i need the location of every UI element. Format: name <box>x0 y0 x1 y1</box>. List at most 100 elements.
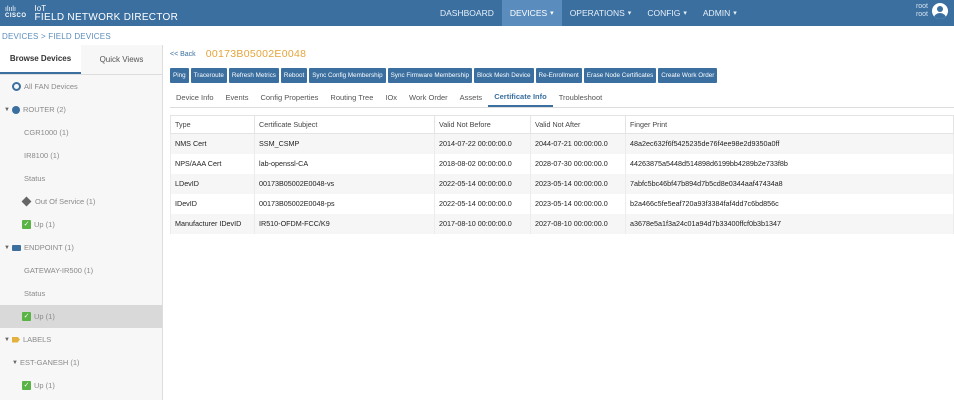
user-names: root root <box>916 3 928 19</box>
cell-type: NPS/AAA Cert <box>170 153 255 174</box>
cisco-logo[interactable]: ılıılı cisco IoT FIELD NETWORK DIRECTOR <box>0 4 250 23</box>
chevron-down-icon: ▾ <box>733 10 737 17</box>
tab-events[interactable]: Events <box>220 88 255 107</box>
avatar-icon[interactable] <box>932 3 948 19</box>
erase-node-certificates-button[interactable]: Erase Node Certificates <box>583 68 657 83</box>
create-work-order-button[interactable]: Create Work Order <box>658 68 718 83</box>
sync-config-membership-button[interactable]: Sync Config Membership <box>309 68 386 83</box>
cell-valid-not-after: 2023-05-14 00:00:00.0 <box>530 173 626 194</box>
nav-config[interactable]: CONFIG ▾ <box>639 0 695 26</box>
tree-label: ENDPOINT (1) <box>23 243 74 252</box>
cell-finger-print: a3678e5a1f3a24c01a94d7b33400ffcf0b3b1347 <box>625 213 954 234</box>
cell-valid-not-before: 2022-05-14 00:00:00.0 <box>434 173 531 194</box>
refresh-metrics-button[interactable]: Refresh Metrics <box>228 68 279 83</box>
detail-tabs: Device Info Events Config Properties Rou… <box>170 88 954 108</box>
tree-item-out-of-service[interactable]: Out Of Service (1) <box>0 190 162 213</box>
tab-config-properties[interactable]: Config Properties <box>254 88 324 107</box>
triangle-down-icon[interactable]: ▼ <box>4 245 10 251</box>
cell-valid-not-after: 2044-07-21 00:00:00.0 <box>530 133 626 154</box>
tree-item-up-router[interactable]: ✓ Up (1) <box>0 213 162 236</box>
column-header-valid-not-before[interactable]: Valid Not Before <box>434 115 531 134</box>
tree-item-all-fan-devices[interactable]: All FAN Devices <box>0 75 162 98</box>
tree-item-router[interactable]: ▼ ROUTER (2) <box>0 98 162 121</box>
nav-dashboard[interactable]: DASHBOARD <box>432 0 502 26</box>
nav-operations[interactable]: OPERATIONS ▾ <box>562 0 640 26</box>
tag-icon <box>11 336 20 343</box>
sync-firmware-membership-button[interactable]: Sync Firmware Membership <box>387 68 472 83</box>
top-bar: ılıılı cisco IoT FIELD NETWORK DIRECTOR … <box>0 0 954 26</box>
tab-iox[interactable]: IOx <box>379 88 403 107</box>
re-enrollment-button[interactable]: Re-Enrollment <box>535 68 582 83</box>
table-row[interactable]: Manufacturer IDevID IR510-OFDM-FCC/K9 20… <box>170 213 954 234</box>
nav-label: OPERATIONS <box>569 8 625 18</box>
nav-admin[interactable]: ADMIN ▾ <box>695 0 745 26</box>
back-row: << Back 00173B05002E0048 <box>170 45 954 63</box>
tab-troubleshoot[interactable]: Troubleshoot <box>553 88 609 107</box>
block-mesh-device-button[interactable]: Block Mesh Device <box>473 68 534 83</box>
back-link[interactable]: << Back <box>170 51 196 58</box>
tree-item-ir8100[interactable]: IR8100 (1) <box>0 144 162 167</box>
cell-subject: IR510-OFDM-FCC/K9 <box>254 213 435 234</box>
triangle-down-icon[interactable]: ▼ <box>4 337 10 343</box>
user-menu[interactable]: root root <box>916 3 948 19</box>
tree-item-est-ganesh[interactable]: ▼ EST-GANESH (1) <box>0 351 162 374</box>
device-tree: All FAN Devices ▼ ROUTER (2) CGR1000 (1)… <box>0 75 162 397</box>
router-globe-icon <box>11 105 20 114</box>
column-header-finger-print[interactable]: Finger Print <box>625 115 954 134</box>
reboot-button[interactable]: Reboot <box>280 68 308 83</box>
triangle-down-icon[interactable]: ▼ <box>4 107 10 113</box>
table-row[interactable]: NMS Cert SSM_CSMP 2014-07-22 00:00:00.0 … <box>170 133 954 154</box>
cell-valid-not-after: 2023-05-14 00:00:00.0 <box>530 193 626 214</box>
sidebar: Browse Devices Quick Views All FAN Devic… <box>0 45 163 400</box>
nav-label: DEVICES <box>509 8 548 18</box>
tree-item-endpoint[interactable]: ▼ ENDPOINT (1) <box>0 236 162 259</box>
certificate-table: Type Certificate Subject Valid Not Befor… <box>170 115 954 234</box>
tree-item-labels[interactable]: ▼ LABELS <box>0 328 162 351</box>
cell-finger-print: 44263875a5448d514898d6199bb4289b2e733f8b <box>625 153 954 174</box>
tab-assets[interactable]: Assets <box>454 88 489 107</box>
cell-subject: 00173B05002E0048-vs <box>254 173 435 194</box>
table-row[interactable]: NPS/AAA Cert lab-openssl-CA 2018-08-02 0… <box>170 153 954 174</box>
tab-quick-views[interactable]: Quick Views <box>81 45 162 74</box>
tree-label: Status <box>24 174 46 183</box>
check-icon: ✓ <box>22 220 31 229</box>
tab-certificate-info[interactable]: Certificate Info <box>488 88 553 107</box>
cell-valid-not-after: 2028-07-30 00:00:00.0 <box>530 153 626 174</box>
chevron-down-icon: ▾ <box>683 10 687 17</box>
nav-label: DASHBOARD <box>440 8 494 18</box>
device-id-title: 00173B05002E0048 <box>205 48 307 60</box>
nav-devices[interactable]: DEVICES ▾ <box>501 0 562 26</box>
traceroute-button[interactable]: Traceroute <box>190 68 227 83</box>
cell-valid-not-before: 2022-05-14 00:00:00.0 <box>434 193 531 214</box>
tab-device-info[interactable]: Device Info <box>170 88 220 107</box>
cell-valid-not-after: 2027-08-10 00:00:00.0 <box>530 213 626 234</box>
tree-item-up-endpoint[interactable]: ✓ Up (1) <box>0 305 162 328</box>
cisco-logo-mark: ılıılı cisco <box>5 6 27 20</box>
cell-finger-print: 7abfc5bc46bf47b894d7b5cd8e0344aaf47434a8 <box>625 173 954 194</box>
tab-browse-devices[interactable]: Browse Devices <box>0 45 81 74</box>
cell-finger-print: 48a2ec632f6f5425235de76f4ee98e2d9350a0ff <box>625 133 954 154</box>
cell-subject: SSM_CSMP <box>254 133 435 154</box>
check-icon: ✓ <box>22 381 31 390</box>
tree-item-up-label[interactable]: ✓ Up (1) <box>0 374 162 397</box>
tree-label: GATEWAY-IR500 (1) <box>24 266 94 275</box>
table-row[interactable]: IDevID 00173B05002E0048-ps 2022-05-14 00… <box>170 193 954 214</box>
cell-valid-not-before: 2014-07-22 00:00:00.0 <box>434 133 531 154</box>
tree-item-cgr1000[interactable]: CGR1000 (1) <box>0 121 162 144</box>
tree-label: IR8100 (1) <box>24 151 60 160</box>
check-icon: ✓ <box>22 312 31 321</box>
column-header-valid-not-after[interactable]: Valid Not After <box>530 115 626 134</box>
tree-item-gateway-ir500[interactable]: GATEWAY-IR500 (1) <box>0 259 162 282</box>
tree-label: Status <box>24 289 46 298</box>
tab-routing-tree[interactable]: Routing Tree <box>324 88 379 107</box>
column-header-type[interactable]: Type <box>170 115 255 134</box>
tree-label: Up (1) <box>34 220 55 229</box>
column-header-subject[interactable]: Certificate Subject <box>254 115 435 134</box>
action-toolbar: Ping Traceroute Refresh Metrics Reboot S… <box>170 68 954 83</box>
cell-finger-print: b2a466c5fe5eaf720a93f3384faf4dd7c6bd856c <box>625 193 954 214</box>
ping-button[interactable]: Ping <box>170 68 189 83</box>
tree-label: ROUTER (2) <box>22 105 66 114</box>
triangle-down-icon[interactable]: ▼ <box>12 360 18 366</box>
table-row[interactable]: LDevID 00173B05002E0048-vs 2022-05-14 00… <box>170 173 954 194</box>
tab-work-order[interactable]: Work Order <box>403 88 454 107</box>
